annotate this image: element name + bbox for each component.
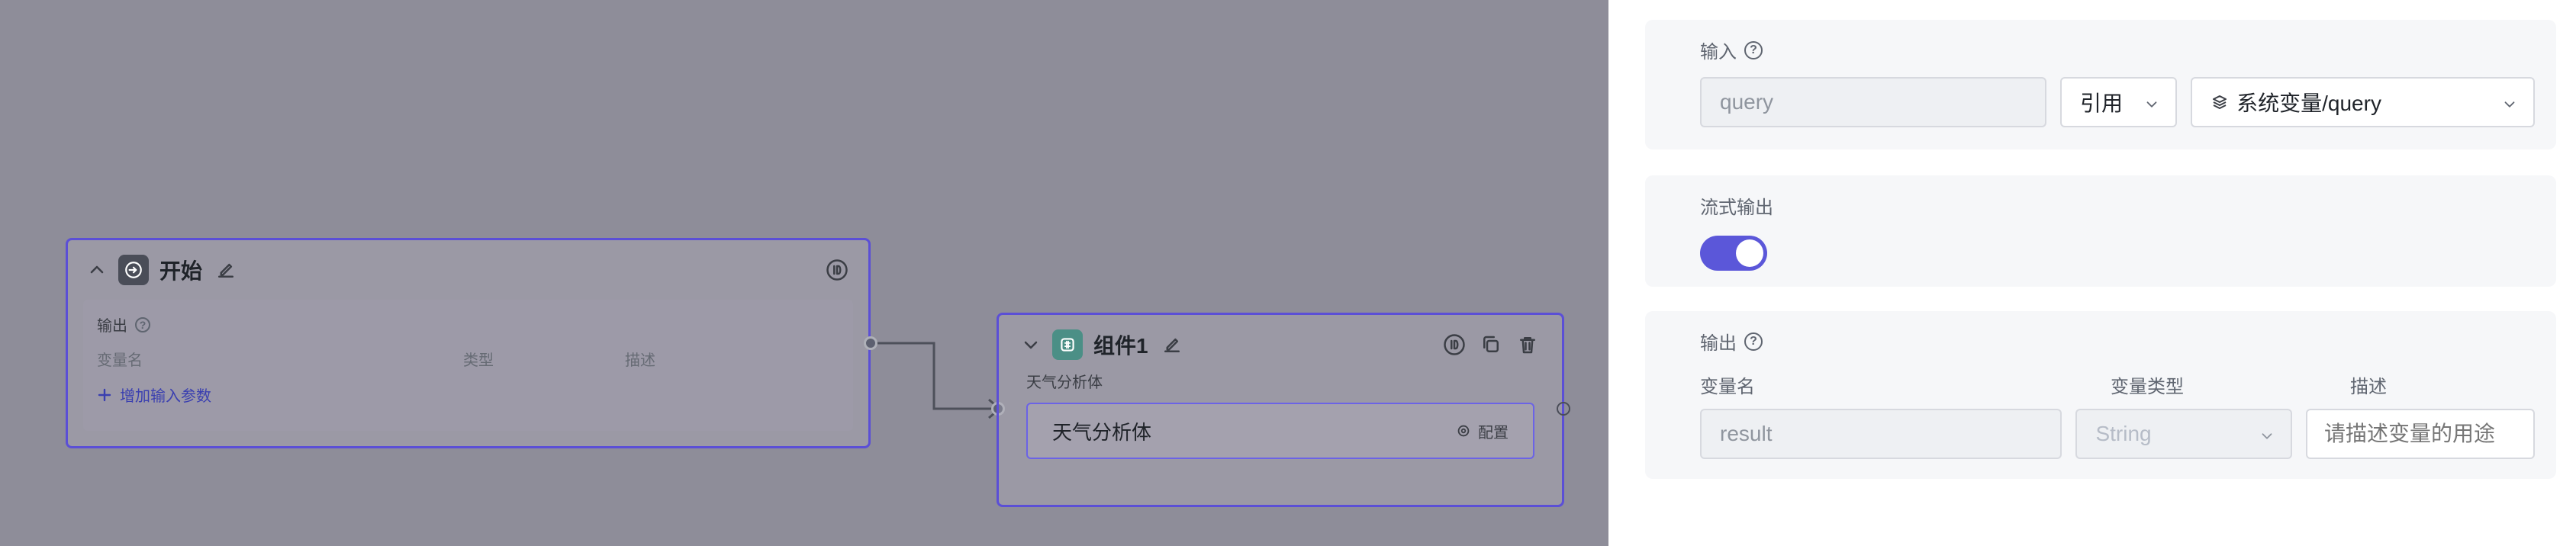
- mode-value: 引用: [2079, 92, 2123, 115]
- component-node-header: 组件1: [999, 315, 1562, 374]
- output-name-value: result: [1720, 422, 1773, 445]
- configure-label: 配置: [1478, 424, 1509, 442]
- output-desc-input[interactable]: [2306, 409, 2535, 459]
- chevron-up-icon[interactable]: [86, 257, 108, 283]
- output-label: 输出: [97, 318, 127, 335]
- stream-output-toggle[interactable]: [1700, 236, 1767, 271]
- stream-output-label: 流式输出: [1700, 198, 1773, 218]
- output-label-row: 输出 ?: [1700, 328, 2535, 355]
- stream-toggle-wrapper: [1700, 236, 2535, 271]
- output-row: result String: [1700, 409, 2535, 459]
- trash-icon[interactable]: [1515, 332, 1541, 358]
- output-type-select[interactable]: String: [2075, 409, 2292, 459]
- component-node[interactable]: 组件1 天气分析体 天气分析体 配置: [997, 313, 1564, 507]
- reference-value: 系统变量/query: [2236, 92, 2381, 115]
- output-type-value: String: [2095, 422, 2152, 445]
- configure-action[interactable]: 配置: [1455, 420, 1509, 442]
- input-label-row: 输入 ?: [1700, 37, 2535, 63]
- mode-select[interactable]: 引用: [2059, 77, 2178, 127]
- edit-icon[interactable]: [213, 257, 239, 283]
- col-varname: 变量名: [97, 352, 143, 369]
- stream-output-section: 流式输出: [1645, 175, 2556, 287]
- stream-output-label-row: 流式输出: [1700, 192, 2535, 219]
- layers-icon: [2211, 93, 2229, 111]
- output-row: 输出 ?: [97, 313, 839, 336]
- workflow-canvas[interactable]: 开始 输出 ? 变量名 类型 描述 增加输入参数 组件1 天气分析体 天气分析体…: [0, 0, 1608, 546]
- copy-icon[interactable]: [1478, 332, 1504, 358]
- id-icon[interactable]: [1441, 332, 1467, 358]
- start-node-body: 输出 ? 变量名 类型 描述 增加输入参数: [83, 300, 853, 431]
- help-icon[interactable]: ?: [1744, 332, 1763, 351]
- chevron-down-icon: [2501, 94, 2518, 111]
- node-config-panel: 输入 ? query 引用 系统变量/query 流式输出 输出 ? 变量名 变…: [1608, 0, 2576, 546]
- col-desc: 描述: [625, 352, 655, 369]
- plus-icon: [97, 387, 112, 403]
- component-node-output-port[interactable]: [1557, 402, 1570, 416]
- output-columns: 变量名 变量类型 描述: [1700, 371, 2535, 398]
- start-node-output-port[interactable]: [864, 336, 877, 350]
- component-node-icon: [1052, 329, 1083, 360]
- start-node-title: 开始: [159, 259, 203, 283]
- help-icon[interactable]: ?: [1744, 40, 1763, 59]
- output-col-desc: 描述: [2350, 377, 2387, 397]
- columns-row: 变量名 类型 描述: [97, 348, 839, 370]
- param-name-value: query: [1720, 90, 1774, 114]
- param-name-field[interactable]: query: [1700, 77, 2046, 127]
- input-row: query 引用 系统变量/query: [1700, 77, 2535, 127]
- output-col-type: 变量类型: [2111, 377, 2184, 397]
- component-node-title: 组件1: [1093, 334, 1148, 358]
- gear-icon: [1455, 422, 1472, 439]
- chevron-down-icon: [2259, 426, 2275, 442]
- chevron-down-icon[interactable]: [1020, 332, 1042, 358]
- output-col-name: 变量名: [1700, 377, 1755, 397]
- start-node[interactable]: 开始 输出 ? 变量名 类型 描述 增加输入参数: [66, 238, 871, 448]
- start-node-icon: [118, 255, 149, 285]
- agent-card-title: 天气分析体: [1052, 420, 1152, 444]
- help-icon[interactable]: ?: [135, 316, 150, 332]
- input-section: 输入 ? query 引用 系统变量/query: [1645, 20, 2556, 149]
- edit-icon[interactable]: [1159, 332, 1185, 358]
- component-agent-card[interactable]: 天气分析体 配置: [1026, 403, 1534, 459]
- component-node-subtitle: 天气分析体: [1026, 374, 1103, 391]
- output-label: 输出: [1700, 333, 1737, 354]
- start-node-header: 开始: [68, 240, 868, 300]
- reference-select[interactable]: 系统变量/query: [2191, 77, 2535, 127]
- chevron-down-icon: [2143, 94, 2160, 111]
- add-input-param-link[interactable]: 增加输入参数: [120, 384, 211, 406]
- input-label: 输入: [1700, 42, 1737, 63]
- add-param-row[interactable]: 增加输入参数: [97, 384, 839, 406]
- output-section: 输出 ? 变量名 变量类型 描述 result String: [1645, 311, 2556, 479]
- output-name-field[interactable]: result: [1700, 409, 2062, 459]
- reference-value-row: 系统变量/query: [2211, 87, 2381, 117]
- col-type: 类型: [463, 352, 494, 369]
- id-icon[interactable]: [824, 257, 850, 283]
